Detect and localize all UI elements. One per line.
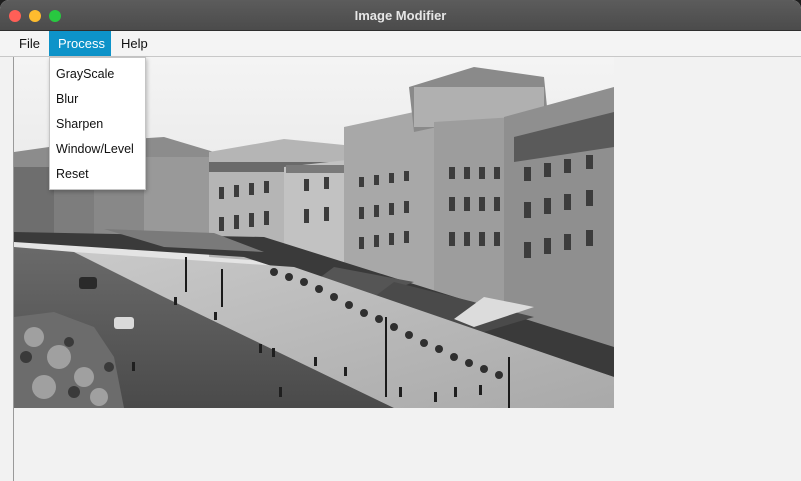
window-title: Image Modifier [354,8,447,23]
menu-item-window-level[interactable]: Window/Level [50,137,145,162]
app-window: Image Modifier File Process Help GraySca… [0,0,801,481]
menu-item-grayscale[interactable]: GrayScale [50,62,145,87]
menu-bar: File Process Help [0,31,801,57]
menu-file[interactable]: File [10,31,49,56]
title-bar: Image Modifier [0,0,801,31]
menu-help[interactable]: Help [112,31,157,56]
process-dropdown-menu: GrayScale Blur Sharpen Window/Level Rese… [49,57,146,190]
menu-item-blur[interactable]: Blur [50,87,145,112]
menu-item-sharpen[interactable]: Sharpen [50,112,145,137]
menu-process[interactable]: Process [49,31,111,56]
menu-item-reset[interactable]: Reset [50,162,145,187]
